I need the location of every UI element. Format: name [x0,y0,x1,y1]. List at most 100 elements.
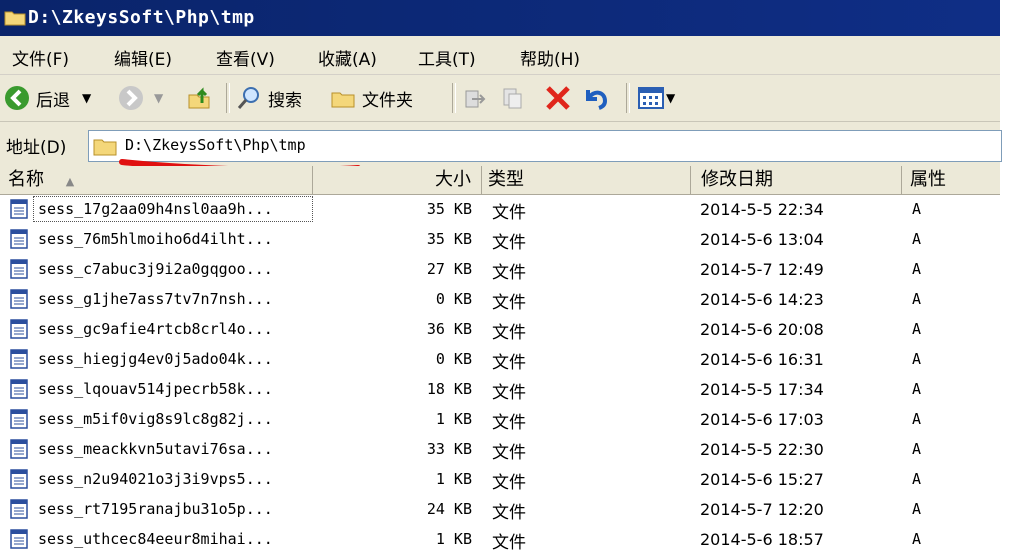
file-icon [10,199,28,219]
file-icon [10,229,28,249]
file-type: 文件 [492,503,526,523]
file-type: 文件 [492,323,526,343]
menu-favorites[interactable]: 收藏(A) [318,45,377,70]
delete-button[interactable] [544,83,572,113]
file-attributes: A [912,410,922,428]
file-modified: 2014-5-5 22:30 [700,440,824,459]
file-attributes: A [912,230,922,248]
menu-edit[interactable]: 编辑(E) [114,45,172,70]
back-dropdown-icon[interactable]: ▼ [82,91,91,105]
copy-to-button[interactable] [500,83,526,113]
file-name: sess_uthcec84eeur8mihai... [38,530,273,548]
search-icon [237,87,259,109]
file-name: sess_hiegjg4ev0j5ado04k... [38,350,273,368]
views-dropdown-icon[interactable]: ▼ [666,91,675,105]
file-attributes: A [912,530,922,548]
search-button[interactable]: 搜索 [236,83,302,113]
file-name: sess_76m5hlmoiho6d4ilht... [38,230,273,248]
folder-icon [4,11,26,26]
menu-tools[interactable]: 工具(T) [418,45,476,70]
forward-button[interactable]: ▼ [118,83,163,113]
file-icon [10,409,28,429]
column-type-label: 类型 [488,169,524,190]
file-size: 35 KB [426,230,472,248]
file-icon [10,529,28,549]
table-row[interactable]: sess_rt7195ranajbu31o5p... 24 KB 文件 2014… [0,494,1000,524]
address-bar: 地址(D) D:\ZkeysSoft\Php\tmp [0,122,1002,167]
forward-dropdown-icon[interactable]: ▼ [154,91,163,105]
table-row[interactable]: sess_meackkvn5utavi76sa... 33 KB 文件 2014… [0,434,1000,464]
column-attr-label: 属性 [910,169,946,190]
table-row[interactable]: sess_g1jhe7ass7tv7n7nsh... 0 KB 文件 2014-… [0,284,1000,314]
file-modified: 2014-5-6 20:08 [700,320,824,339]
column-header-attributes[interactable]: 属性 [902,166,1000,194]
table-row[interactable]: sess_uthcec84eeur8mihai... 1 KB 文件 2014-… [0,524,1000,554]
column-header-type[interactable]: 类型 [482,166,691,194]
file-name: sess_17g2aa09h4nsl0aa9h... [38,200,273,218]
file-icon [10,469,28,489]
table-row[interactable]: sess_n2u94021o3j3i9vps5... 1 KB 文件 2014-… [0,464,1000,494]
file-modified: 2014-5-5 22:34 [700,200,824,219]
file-type: 文件 [492,353,526,373]
table-row[interactable]: sess_17g2aa09h4nsl0aa9h... 35 KB 文件 2014… [0,194,1000,224]
folders-button[interactable]: 文件夹 [330,83,413,113]
views-button[interactable]: ▼ [638,83,675,113]
table-row[interactable]: sess_m5if0vig8s9lc8g82j... 1 KB 文件 2014-… [0,404,1000,434]
folders-icon [331,92,355,108]
file-attributes: A [912,320,922,338]
file-attributes: A [912,470,922,488]
file-size: 35 KB [426,200,472,218]
table-row[interactable]: sess_hiegjg4ev0j5ado04k... 0 KB 文件 2014-… [0,344,1000,374]
address-input[interactable]: D:\ZkeysSoft\Php\tmp [88,130,1002,162]
menu-help[interactable]: 帮助(H) [520,45,580,70]
file-modified: 2014-5-6 17:03 [700,410,824,429]
file-name: sess_rt7195ranajbu31o5p... [38,500,273,518]
file-name: sess_n2u94021o3j3i9vps5... [38,470,273,488]
file-type: 文件 [492,413,526,433]
file-icon [10,439,28,459]
file-size: 1 KB [435,470,472,488]
file-size: 18 KB [426,380,472,398]
column-header-size[interactable]: 大小 [313,166,482,194]
sort-ascending-icon: ▲ [65,175,75,188]
column-header-row: 名称 ▲ 大小 类型 修改日期 属性 [0,166,1000,195]
file-attributes: A [912,290,922,308]
file-type: 文件 [492,233,526,253]
file-name: sess_gc9afie4rtcb8crl4o... [38,320,273,338]
file-name: sess_meackkvn5utavi76sa... [38,440,273,458]
window-title: D:\ZkeysSoft\Php\tmp [28,7,255,28]
file-type: 文件 [492,263,526,283]
move-to-button[interactable] [462,83,488,113]
file-type: 文件 [492,443,526,463]
table-row[interactable]: sess_lqouav514jpecrb58k... 18 KB 文件 2014… [0,374,1000,404]
menu-view[interactable]: 查看(V) [216,45,275,70]
file-modified: 2014-5-6 14:23 [700,290,824,309]
file-name: sess_c7abuc3j9i2a0gqgoo... [38,260,273,278]
file-modified: 2014-5-6 15:27 [700,470,824,489]
back-arrow-icon [5,86,29,110]
file-attributes: A [912,500,922,518]
file-name: sess_g1jhe7ass7tv7n7nsh... [38,290,273,308]
file-type: 文件 [492,203,526,223]
file-name: sess_m5if0vig8s9lc8g82j... [38,410,273,428]
column-size-label: 大小 [435,169,471,190]
table-row[interactable]: sess_76m5hlmoiho6d4ilht... 35 KB 文件 2014… [0,224,1000,254]
column-header-name[interactable]: 名称 ▲ [0,166,313,194]
delete-x-icon [546,86,570,110]
file-size: 1 KB [435,530,472,548]
table-row[interactable]: sess_gc9afie4rtcb8crl4o... 36 KB 文件 2014… [0,314,1000,344]
undo-button[interactable] [582,83,610,113]
menu-file[interactable]: 文件(F) [12,45,69,70]
file-attributes: A [912,260,922,278]
file-type: 文件 [492,533,526,553]
file-modified: 2014-5-7 12:49 [700,260,824,279]
file-size: 27 KB [426,260,472,278]
file-type: 文件 [492,473,526,493]
table-row[interactable]: sess_c7abuc3j9i2a0gqgoo... 27 KB 文件 2014… [0,254,1000,284]
file-type: 文件 [492,383,526,403]
undo-icon [586,90,608,110]
up-button[interactable] [186,83,212,113]
file-size: 33 KB [426,440,472,458]
column-header-modified[interactable]: 修改日期 [691,166,902,194]
back-button[interactable]: 后退 ▼ [4,83,91,113]
